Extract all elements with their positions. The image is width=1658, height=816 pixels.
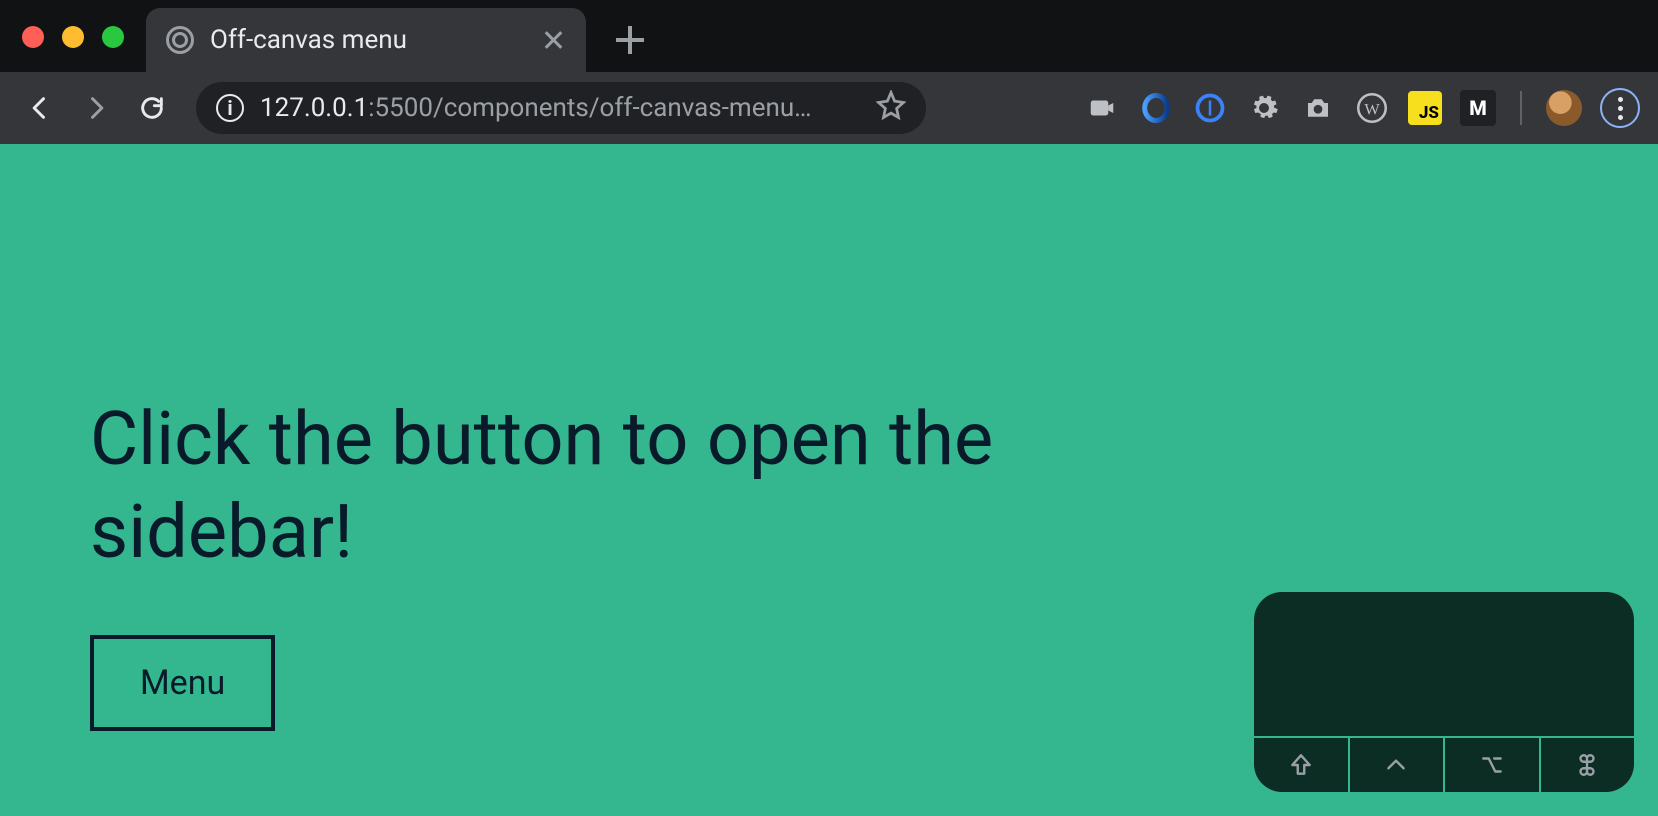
onepassword-icon[interactable] [1192, 90, 1228, 126]
browser-toolbar: i 127.0.0.1:5500/components/off-canvas-m… [0, 72, 1658, 144]
window-controls [22, 26, 124, 48]
globe-icon [166, 26, 194, 54]
wikipedia-icon[interactable]: W [1354, 90, 1390, 126]
new-tab-button[interactable] [614, 24, 646, 56]
keyboard-overlay-keys [1254, 736, 1634, 792]
page-viewport: Click the button to open the sidebar! Me… [0, 144, 1658, 816]
tab-strip: Off-canvas menu [0, 0, 1658, 72]
gmail-icon[interactable]: M [1460, 90, 1496, 126]
page-headline: Click the button to open the sidebar! [90, 394, 1090, 579]
keyboard-overlay-body [1254, 592, 1634, 736]
profile-avatar[interactable] [1546, 90, 1582, 126]
nav-forward-button[interactable] [74, 86, 118, 130]
browser-menu-button[interactable] [1600, 88, 1640, 128]
svg-text:W: W [1364, 100, 1380, 118]
js-icon[interactable]: JS [1408, 91, 1442, 125]
screen-recorder-icon[interactable] [1084, 90, 1120, 126]
browser-tab[interactable]: Off-canvas menu [146, 8, 586, 72]
shift-key-icon[interactable] [1254, 738, 1350, 792]
control-key-icon[interactable] [1350, 738, 1446, 792]
url-path: :5500/components/off-canvas-menu… [368, 93, 811, 123]
gmail-label: M [1469, 96, 1487, 120]
opera-icon[interactable] [1138, 90, 1174, 126]
close-tab-icon[interactable] [540, 27, 566, 53]
camera-icon[interactable] [1300, 90, 1336, 126]
url-host: 127.0.0.1 [260, 93, 368, 123]
url-text: 127.0.0.1:5500/components/off-canvas-men… [260, 93, 860, 123]
reload-button[interactable] [130, 86, 174, 130]
window-maximize-button[interactable] [102, 26, 124, 48]
menu-button[interactable]: Menu [90, 635, 275, 731]
window-close-button[interactable] [22, 26, 44, 48]
nav-back-button[interactable] [18, 86, 62, 130]
command-key-icon[interactable] [1541, 738, 1635, 792]
address-bar[interactable]: i 127.0.0.1:5500/components/off-canvas-m… [196, 82, 926, 134]
site-info-icon[interactable]: i [216, 94, 244, 122]
extensions-row: W JS M [1084, 88, 1640, 128]
window-minimize-button[interactable] [62, 26, 84, 48]
js-label: JS [1419, 103, 1439, 123]
settings-gear-icon[interactable] [1246, 90, 1282, 126]
bookmark-star-icon[interactable] [876, 90, 906, 127]
tab-title: Off-canvas menu [210, 25, 524, 55]
keyboard-overlay[interactable] [1254, 592, 1634, 792]
option-key-icon[interactable] [1445, 738, 1541, 792]
browser-chrome: Off-canvas menu i 127.0.0.1:5500/compone… [0, 0, 1658, 144]
toolbar-divider [1520, 91, 1522, 125]
